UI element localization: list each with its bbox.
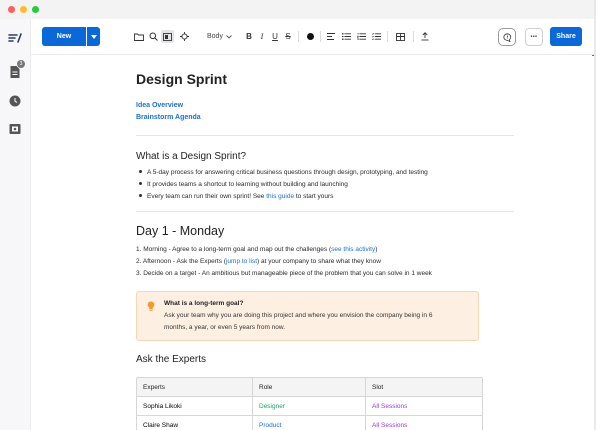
table-header-row: Experts Role Slot (137, 378, 482, 397)
share-button-label: Share (556, 33, 576, 40)
role-cell[interactable]: Designer (253, 397, 366, 415)
folder-icon[interactable] (133, 30, 145, 43)
toc-link-brainstorm-agenda[interactable]: Brainstorm Agenda (136, 114, 201, 121)
bullet-item: It provides teams a shortcut to learning… (136, 181, 348, 188)
section-heading-design-sprint: What is a Design Sprint? (136, 151, 247, 162)
numbered-list-icon[interactable] (356, 30, 367, 43)
underline-icon[interactable]: U (270, 30, 280, 43)
callout-text: Ask your team why you are doing this pro… (164, 312, 433, 319)
chevron-down-icon (90, 34, 97, 39)
section-heading-ask-experts: Ask the Experts (136, 354, 207, 365)
comment-icon (502, 32, 511, 42)
document-title[interactable]: Design Sprint (136, 71, 227, 87)
bold-icon[interactable]: B (244, 30, 254, 43)
left-rail: 3 (0, 19, 31, 430)
numbered-item: 3. Decide on a target - An ambitious but… (136, 270, 432, 277)
maximize-window-button[interactable] (32, 6, 39, 13)
lightbulb-icon (147, 299, 155, 317)
title-bar (0, 0, 594, 19)
slot-cell[interactable]: All Sessions (366, 397, 482, 415)
text-style-select[interactable]: Body (207, 30, 232, 43)
callout-box: What is a long-term goal? Ask your team … (136, 291, 479, 341)
upload-icon[interactable] (419, 30, 430, 43)
numbered-item: 1. Morning - Agree to a long-term goal a… (136, 246, 378, 253)
checklist-icon[interactable] (371, 30, 382, 43)
divider (136, 135, 514, 136)
toolbar-divider (320, 31, 321, 42)
new-button[interactable]: New (42, 27, 86, 46)
app-window: 3 New Body B I U S ••• Share Design Spri… (0, 0, 594, 430)
comments-button[interactable] (498, 28, 516, 46)
this-guide-link[interactable]: this guide (266, 193, 294, 200)
more-options-button[interactable]: ••• (525, 28, 543, 46)
toolbar-divider (387, 31, 388, 42)
layout-toggle-icon[interactable] (161, 30, 174, 43)
text-color-icon[interactable] (305, 30, 315, 43)
expert-name-cell[interactable]: Sophia Likoki (137, 397, 253, 415)
callout-title: What is a long-term goal? (164, 300, 244, 307)
column-header-role[interactable]: Role (253, 378, 366, 396)
table-icon[interactable] (395, 30, 406, 43)
app-logo-icon[interactable] (7, 30, 23, 46)
share-button[interactable]: Share (550, 27, 582, 46)
numbered-item: 2. Afternoon - Ask the Experts (jump to … (136, 258, 381, 265)
bullet-item: Every team can run their own sprint! See… (136, 193, 333, 200)
new-dropdown-button[interactable] (87, 27, 100, 46)
see-this-activity-link[interactable]: see this activity (331, 246, 375, 253)
close-window-button[interactable] (8, 6, 15, 13)
expert-name-cell[interactable]: Claire Shaw (137, 416, 253, 430)
editor-toolbar: New Body B I U S ••• Share (31, 19, 594, 55)
align-left-icon[interactable] (325, 30, 336, 43)
table-row: Claire Shaw Product All Sessions (137, 416, 482, 430)
slot-cell[interactable]: All Sessions (366, 416, 482, 430)
table-row: Sophia Likoki Designer All Sessions (137, 397, 482, 416)
text-style-value: Body (207, 33, 223, 40)
insert-component-icon[interactable] (178, 30, 190, 43)
role-cell[interactable]: Product (253, 416, 366, 430)
new-button-label: New (56, 33, 72, 40)
column-header-experts[interactable]: Experts (137, 378, 253, 396)
column-header-slot[interactable]: Slot (366, 378, 482, 396)
jump-to-list-link[interactable]: jump to list (226, 258, 257, 265)
minimize-window-button[interactable] (20, 6, 27, 13)
experts-table: Experts Role Slot Sophia Likoki Designer… (136, 377, 483, 430)
section-heading-day-1: Day 1 - Monday (136, 224, 225, 238)
divider (136, 211, 514, 212)
document-canvas[interactable]: Design Sprint Idea Overview Brainstorm A… (31, 56, 594, 430)
recent-clock-icon[interactable] (7, 93, 23, 109)
bulleted-list-icon[interactable] (341, 30, 352, 43)
documents-badge: 3 (17, 60, 25, 68)
documents-icon[interactable]: 3 (7, 60, 25, 80)
callout-text: months, a year, or even 5 years from now… (164, 324, 286, 331)
strikethrough-icon[interactable]: S (283, 30, 293, 43)
toolbar-divider (298, 31, 299, 42)
italic-icon[interactable]: I (257, 30, 267, 43)
chevron-down-icon (226, 34, 232, 39)
more-icon: ••• (530, 34, 538, 40)
toolbar-divider (413, 31, 414, 42)
search-icon[interactable] (147, 30, 159, 43)
toc-link-idea-overview[interactable]: Idea Overview (136, 102, 183, 109)
bullet-item: A 5-day process for answering critical b… (136, 169, 428, 176)
media-library-icon[interactable] (7, 121, 23, 137)
